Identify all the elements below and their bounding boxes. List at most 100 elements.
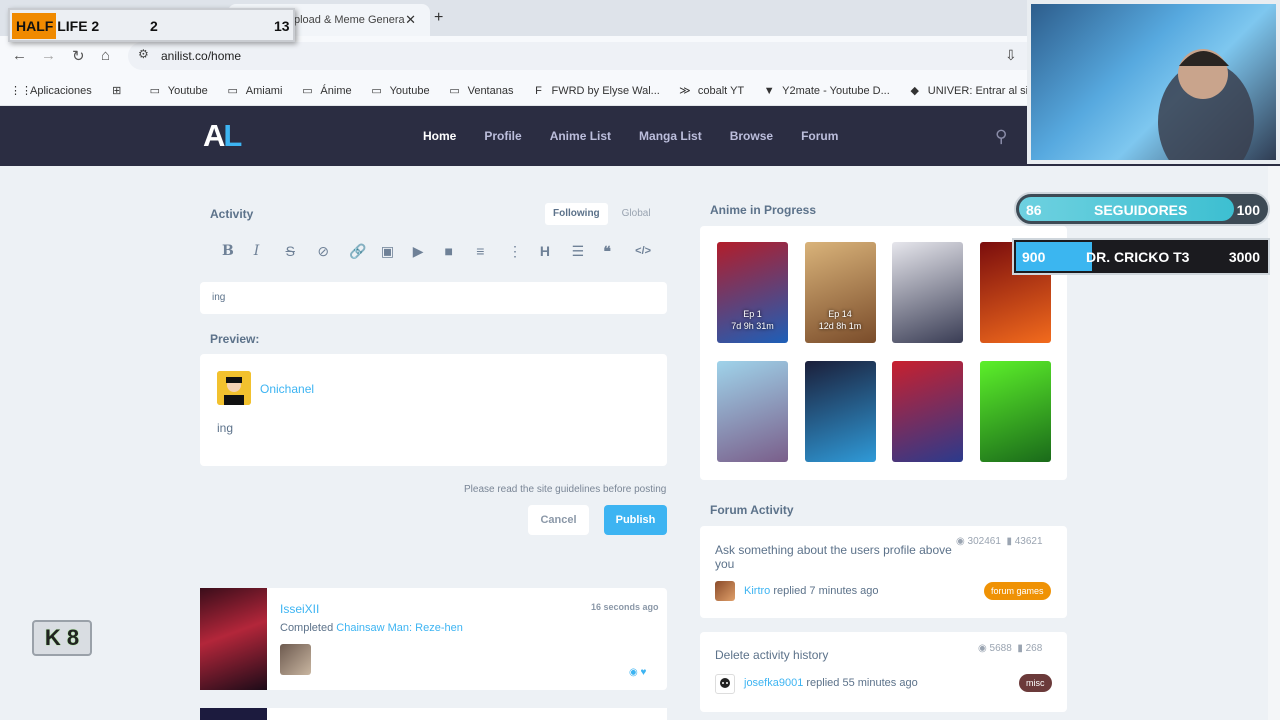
nav-profile[interactable]: Profile — [484, 129, 521, 143]
home-icon[interactable]: ⌂ — [101, 47, 110, 64]
video-icon[interactable]: ■ — [444, 243, 476, 259]
bookmark-item[interactable]: ⋮⋮ Aplicaciones — [10, 84, 92, 98]
search-icon[interactable]: ⚲ — [995, 127, 1007, 147]
activity-cover[interactable] — [200, 588, 267, 690]
activity-avatar[interactable] — [280, 644, 311, 675]
close-tab-icon[interactable]: ✕ — [405, 12, 416, 28]
publish-button[interactable]: Publish — [604, 505, 667, 535]
reply-icon[interactable]: ◉ — [629, 667, 638, 678]
url-text[interactable]: anilist.co/home — [161, 49, 241, 63]
subs-goal-bar: 900 DR. CRICKO T3 3000 — [1012, 238, 1270, 275]
strikethrough-icon[interactable]: S — [286, 243, 318, 259]
forum-tag[interactable]: forum games — [984, 582, 1051, 600]
download-icon[interactable]: ⇩ — [1005, 47, 1017, 64]
eye-icon: ◉ — [956, 536, 965, 547]
activity-cover[interactable] — [200, 708, 267, 720]
reload-icon[interactable]: ↻ — [72, 47, 85, 65]
followers-label: SEGUIDORES — [1094, 202, 1188, 218]
game-count-a: 2 — [150, 18, 158, 34]
avatar[interactable] — [217, 371, 251, 405]
italic-icon[interactable]: I — [254, 243, 286, 259]
nav-browse[interactable]: Browse — [730, 129, 773, 143]
bookmark-item[interactable]: ≫ cobalt YT — [678, 84, 744, 98]
anime-cover[interactable] — [804, 361, 876, 462]
anime-cover[interactable]: Ep 14 12d 8h 1m — [804, 242, 876, 343]
thread-user[interactable]: Kirtro — [744, 585, 770, 597]
ordered-list-icon[interactable]: ≡ — [476, 243, 508, 259]
image-icon[interactable]: ▣ — [381, 243, 413, 260]
activity-input[interactable]: ing — [200, 282, 667, 314]
forum-activity-heading: Forum Activity — [710, 503, 794, 517]
game-count-b: 13 — [274, 18, 290, 34]
forward-icon[interactable]: → — [41, 47, 56, 64]
bookmark-item[interactable]: ▭ Amiami — [226, 84, 283, 98]
bullet-list-icon[interactable]: ⋮ — [508, 243, 540, 260]
anime-cover[interactable] — [717, 361, 788, 462]
anime-cover[interactable] — [892, 242, 963, 343]
folder-icon: ▭ — [227, 85, 238, 97]
back-icon[interactable]: ← — [12, 47, 27, 64]
activity-card — [200, 708, 667, 720]
thread-user-avatar[interactable] — [715, 581, 735, 601]
thread-views: 5688 — [989, 643, 1012, 654]
tab-following[interactable]: Following — [545, 203, 608, 225]
tab-global[interactable]: Global — [608, 203, 665, 225]
y2mate-icon: ▼ — [763, 84, 775, 97]
thread-title[interactable]: Ask something about the users profile ab… — [715, 543, 955, 571]
folder-icon: ▭ — [302, 85, 313, 97]
cobalt-icon: ≫ — [679, 85, 691, 97]
activity-status: Completed Chainsaw Man: Reze-hen — [280, 622, 463, 634]
youtube-icon[interactable]: ▶ — [413, 243, 445, 260]
followers-goal: 100 — [1236, 202, 1260, 218]
bookmark-item[interactable]: F FWRD by Elyse Wal... — [531, 85, 660, 97]
forum-tag[interactable]: misc — [1019, 674, 1052, 692]
code-icon[interactable]: </> — [635, 245, 667, 257]
thread-user[interactable]: josefka9001 — [744, 677, 803, 689]
bookmark-label: UNIVER: Entrar al sitio — [927, 84, 1040, 97]
nav-anime-list[interactable]: Anime List — [550, 129, 611, 143]
guidelines-note[interactable]: Please read the site guidelines before p… — [464, 484, 666, 495]
k-badge: K 8 — [32, 620, 92, 656]
countdown-time: 7d 9h 31m — [731, 321, 774, 331]
bold-icon[interactable]: B — [222, 243, 254, 259]
thread-user-avatar[interactable] — [715, 674, 735, 694]
cancel-button[interactable]: Cancel — [528, 505, 589, 535]
activity-username[interactable]: IsseiXII — [280, 602, 319, 616]
heading-icon[interactable]: H — [540, 243, 572, 259]
bookmark-item[interactable]: ▭ Youtube — [148, 84, 208, 98]
bookmark-label: Youtube — [167, 84, 208, 97]
preview-username[interactable]: Onichanel — [260, 382, 314, 396]
bookmark-item[interactable]: ▭ Ventanas — [448, 84, 513, 98]
editor-toolbar: B I S ⊘ 🔗 ▣ ▶ ■ ≡ ⋮ H ☰ ❝ </> — [200, 232, 667, 270]
center-icon[interactable]: ☰ — [572, 243, 604, 260]
new-tab-button[interactable]: + — [434, 9, 443, 27]
nav-manga-list[interactable]: Manga List — [639, 129, 702, 143]
bookmark-item[interactable]: ▭ Ánime — [300, 84, 351, 98]
anilist-logo[interactable]: AL — [203, 118, 242, 154]
anime-cover[interactable]: Ep 1 7d 9h 31m — [717, 242, 788, 343]
nav-home[interactable]: Home — [423, 129, 456, 143]
media-link[interactable]: Chainsaw Man: Reze-hen — [336, 622, 463, 634]
activity-time: 16 seconds ago — [591, 602, 659, 612]
bookmark-label: Amiami — [245, 84, 283, 97]
quote-icon[interactable]: ❝ — [603, 243, 635, 260]
logo-accent: L — [223, 118, 242, 153]
heart-icon[interactable]: ♥ — [641, 667, 647, 678]
anime-cover[interactable] — [892, 361, 963, 462]
bookmark-item[interactable]: ◆ UNIVER: Entrar al sitio — [908, 84, 1040, 98]
bookmark-item[interactable]: ▼ Y2mate - Youtube D... — [762, 85, 890, 97]
episode-number: Ep 1 — [743, 309, 762, 319]
bookmark-item[interactable]: ▭ Youtube — [370, 84, 429, 98]
thread-title[interactable]: Delete activity history — [715, 648, 955, 662]
thread-reply-info: Kirtro replied 7 minutes ago — [744, 585, 879, 597]
grid-icon: ⊞ — [112, 85, 122, 97]
followers-current: 86 — [1026, 202, 1042, 218]
link-icon[interactable]: 🔗 — [349, 243, 381, 260]
site-info-icon[interactable]: ⚙ — [138, 47, 149, 61]
address-bar[interactable] — [128, 42, 1040, 70]
spoiler-icon[interactable]: ⊘ — [317, 243, 349, 260]
bookmark-item[interactable]: ⊞ — [110, 84, 130, 97]
thread-stats: ◉ 302461 ▮ 43621 — [956, 536, 1043, 547]
anime-cover[interactable] — [979, 361, 1051, 462]
nav-forum[interactable]: Forum — [801, 129, 838, 143]
